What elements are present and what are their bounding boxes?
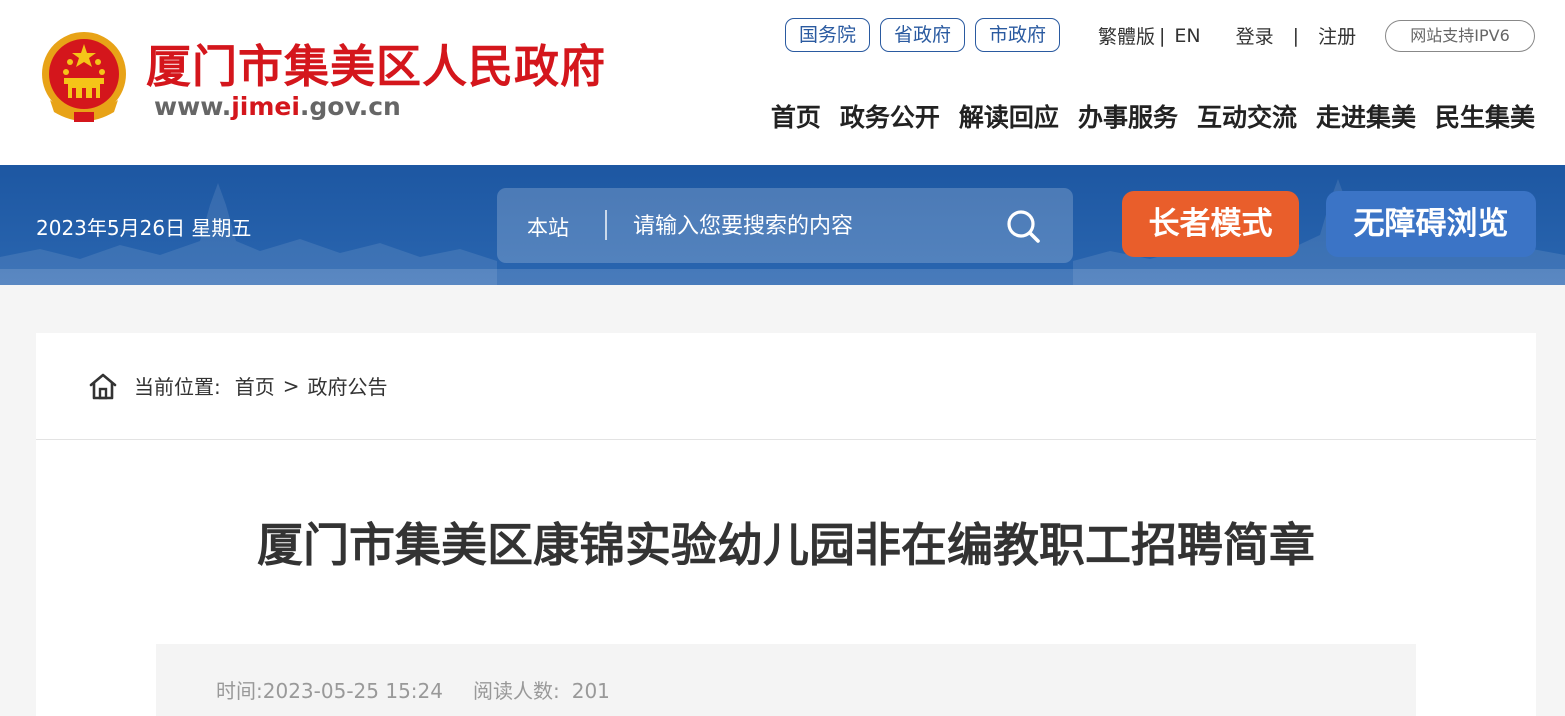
banner: 2023年5月26日 星期五 本站 长者模式 无障碍浏览 — [0, 165, 1565, 285]
accessible-browse-button[interactable]: 无障碍浏览 — [1326, 191, 1536, 257]
nav-gov-affairs[interactable]: 政务公开 — [840, 98, 940, 134]
url-suffix: .gov.cn — [299, 92, 401, 121]
breadcrumb: 当前位置: 首页 > 政府公告 — [88, 371, 388, 400]
site-title[interactable]: 厦门市集美区人民政府 — [146, 30, 606, 95]
nav-home[interactable]: 首页 — [771, 98, 821, 134]
search-input[interactable] — [633, 206, 993, 246]
english-link[interactable]: EN — [1174, 25, 1200, 47]
url-highlight: jimei — [231, 92, 300, 121]
search-divider — [605, 210, 607, 240]
breadcrumb-label: 当前位置: — [134, 375, 221, 399]
search-scope-select[interactable]: 本站 — [527, 212, 569, 242]
nav-interaction[interactable]: 互动交流 — [1197, 98, 1297, 134]
article-meta: 时间:2023-05-25 15:24 阅读人数: 201 — [216, 675, 610, 704]
ipv6-badge: 网站支持IPV6 — [1385, 20, 1535, 52]
separator: | — [1159, 24, 1166, 47]
link-provincial-gov[interactable]: 省政府 — [880, 18, 966, 52]
breadcrumb-current[interactable]: 政府公告 — [308, 371, 388, 400]
divider — [36, 439, 1536, 440]
national-emblem-icon[interactable] — [38, 30, 130, 126]
article-title: 厦门市集美区康锦实验幼儿园非在编教职工招聘简章 — [257, 518, 1315, 572]
nav-about-jimei[interactable]: 走进集美 — [1316, 98, 1416, 134]
site-url: www.jimei.gov.cn — [154, 92, 401, 121]
register-link[interactable]: 注册 — [1318, 22, 1356, 49]
separator: | — [1292, 24, 1300, 47]
main-nav: 首页 政务公开 解读回应 办事服务 互动交流 走进集美 民生集美 — [771, 98, 1535, 134]
traditional-chinese-link[interactable]: 繁體版 — [1098, 22, 1155, 49]
login-link[interactable]: 登录 — [1236, 22, 1274, 49]
nav-livelihood[interactable]: 民生集美 — [1435, 98, 1535, 134]
search-box: 本站 — [497, 188, 1073, 263]
article-meta-bar: 时间:2023-05-25 15:24 阅读人数: 201 — [156, 644, 1416, 716]
breadcrumb-arrow: > — [282, 373, 300, 398]
link-city-gov[interactable]: 市政府 — [975, 18, 1061, 52]
gov-links: 国务院 省政府 市政府 — [785, 18, 1061, 52]
url-prefix: www. — [154, 92, 232, 121]
site-header: 厦门市集美区人民政府 www.jimei.gov.cn 国务院 省政府 市政府 … — [0, 0, 1565, 165]
search-icon[interactable] — [1005, 208, 1041, 244]
breadcrumb-home[interactable]: 首页 — [235, 371, 275, 400]
elder-mode-button[interactable]: 长者模式 — [1122, 191, 1299, 257]
nav-interpretation[interactable]: 解读回应 — [959, 98, 1059, 134]
current-date: 2023年5月26日 星期五 — [36, 216, 252, 240]
nav-services[interactable]: 办事服务 — [1078, 98, 1178, 134]
utility-links: 繁體版 | EN 登录 | 注册 — [1098, 22, 1356, 49]
link-state-council[interactable]: 国务院 — [785, 18, 871, 52]
home-icon[interactable] — [88, 372, 118, 400]
content-panel: 当前位置: 首页 > 政府公告 厦门市集美区康锦实验幼儿园非在编教职工招聘简章 … — [36, 333, 1536, 716]
read-count: 201 — [571, 679, 610, 703]
time-label: 时间: — [216, 679, 263, 703]
reads-label: 阅读人数: — [472, 679, 560, 703]
publish-time: 2023-05-25 15:24 — [262, 679, 443, 703]
